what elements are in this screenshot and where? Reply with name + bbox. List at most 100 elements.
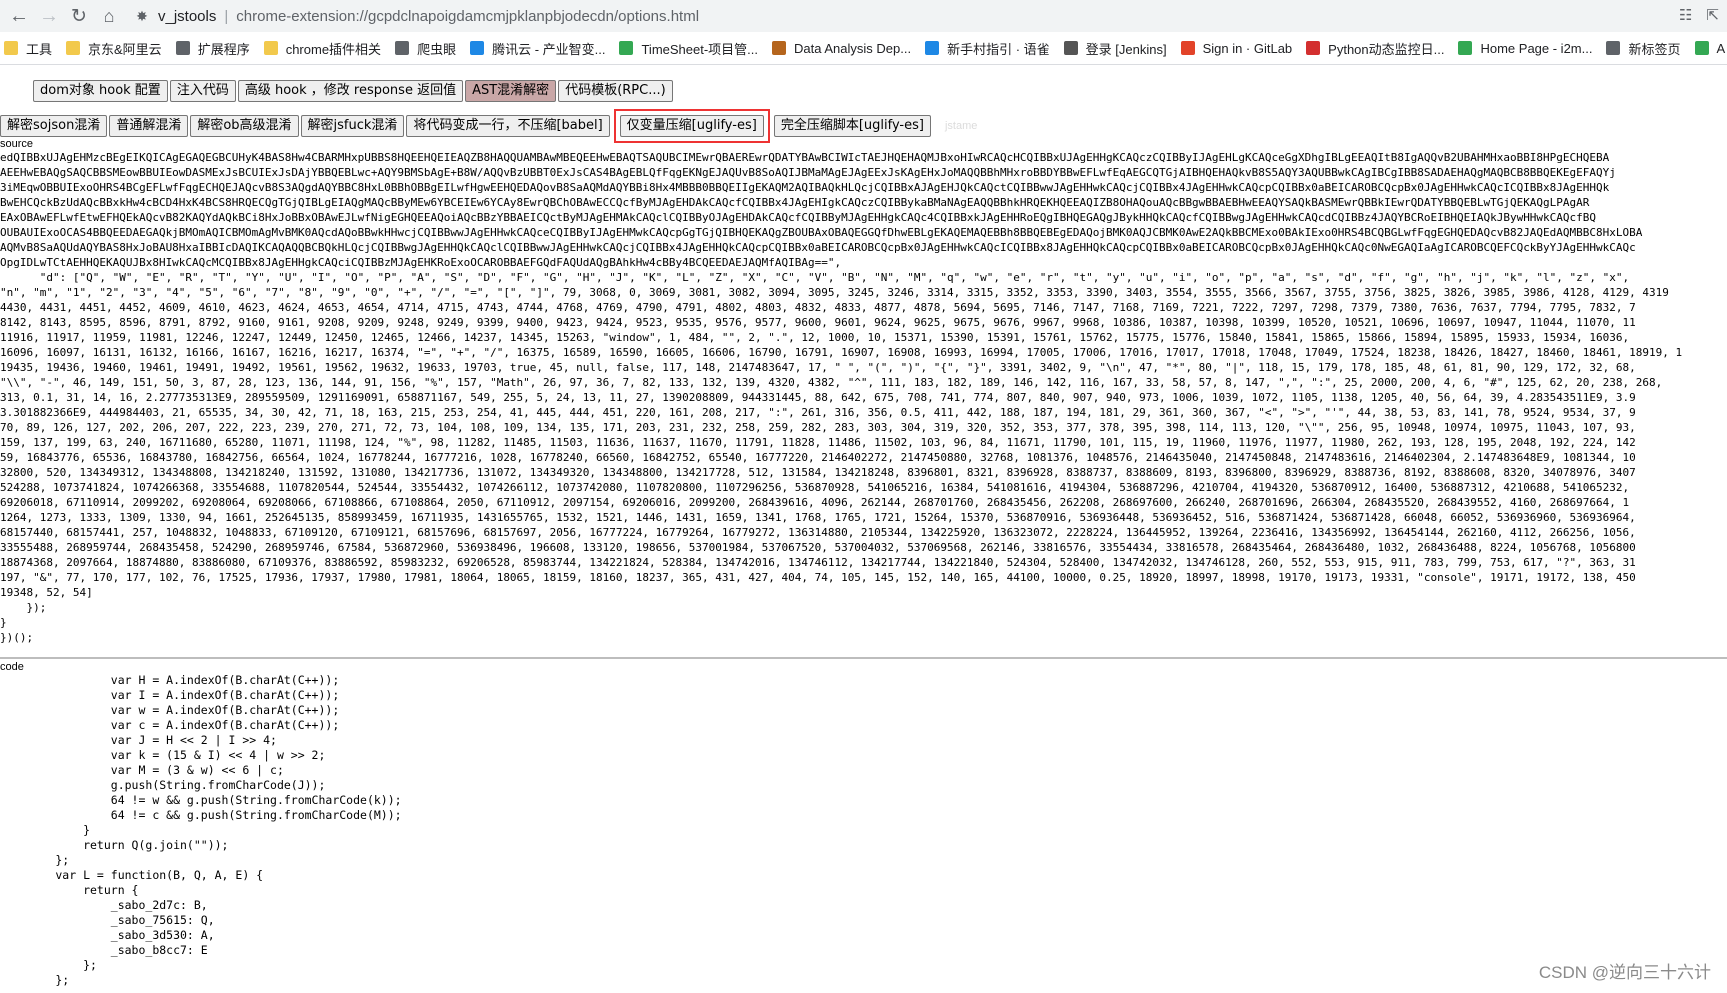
home-icon[interactable]: ⌂	[94, 1, 124, 31]
source-line: 11916, 11917, 11959, 11981, 12246, 12247…	[0, 331, 1630, 344]
back-arrow-icon[interactable]: ←	[4, 1, 34, 31]
code-line: var c = A.indexOf(B.charAt(C++));	[0, 718, 340, 732]
source-line: 1264, 1273, 1333, 1309, 1330, 94, 1661, …	[0, 511, 1636, 524]
source-textarea[interactable]: edQIBBxUJAgEHMzcBEgEIKQICAgEGAQEGBCUHyK4…	[0, 150, 1727, 655]
source-line: "\\", "-", 46, 149, 151, 50, 3, 87, 28, …	[0, 376, 1663, 389]
toolbar2-button[interactable]: 普通解混淆	[109, 115, 189, 137]
code-line: };	[0, 958, 97, 972]
bookmark-icon	[66, 41, 81, 55]
faint-label: jstame	[944, 120, 978, 132]
toolbar2-button[interactable]: 解密sojson混淆	[0, 115, 108, 137]
bookmark-item[interactable]: chrome插件相关	[260, 39, 391, 58]
bookmark-item[interactable]: 登录 [Jenkins]	[1060, 39, 1177, 58]
source-line: edQIBBxUJAgEHMzcBEgEIKQICAgEGAQEGBCUHyK4…	[0, 151, 1610, 164]
toolbar2-button[interactable]: 解密jsfuck混淆	[300, 115, 405, 137]
code-line: _sabo_75615: Q,	[0, 913, 215, 927]
url-field[interactable]: ✸ v_jstools | chrome-extension://gcpdcln…	[128, 3, 1668, 29]
code-line: var k = (15 & I) << 4 | w >> 2;	[0, 748, 326, 762]
bookmark-icon	[619, 41, 634, 55]
source-line: 524288, 1073741824, 1074266368, 33554688…	[0, 481, 1630, 494]
bookmark-item[interactable]: 扩展程序	[172, 39, 260, 58]
bookmark-icon	[1306, 41, 1321, 55]
bookmark-item[interactable]: 爬虫眼	[391, 39, 466, 58]
bookmark-icon	[1458, 41, 1473, 55]
code-line: g.push(String.fromCharCode(J));	[0, 778, 326, 792]
toolbar2-button[interactable]: 将代码变成一行，不压缩[babel]	[406, 115, 610, 137]
bookmark-label: Home Page - i2m...	[1480, 40, 1593, 56]
bookmark-label: 扩展程序	[197, 41, 250, 57]
bookmark-item[interactable]: 新手村指引 · 语雀	[921, 39, 1060, 58]
bookmark-item[interactable]: Data Analysis Dep...	[768, 41, 921, 56]
code-line: var J = H << 2 | I >> 4;	[0, 733, 277, 747]
code-label: code	[0, 661, 24, 673]
bookmark-icon	[1694, 41, 1709, 55]
code-line: return {	[0, 883, 139, 897]
bookmark-item[interactable]: 腾讯云 - 产业智变...	[466, 39, 615, 58]
code-line: 64 != w && g.push(String.fromCharCode(k)…	[0, 793, 402, 807]
bookmarks-bar: 工具 京东&阿里云 扩展程序 chrome插件相关 爬虫眼 腾讯云 - 产业智变... Ti…	[0, 32, 1727, 65]
code-line: var M = (3 & w) << 6 | c;	[0, 763, 284, 777]
source-line: 70, 89, 126, 127, 202, 206, 207, 222, 22…	[0, 421, 1636, 434]
code-output-textarea[interactable]: var H = A.indexOf(B.charAt(C++)); var I …	[0, 673, 1727, 993]
puzzle-icon: ✸	[136, 7, 148, 24]
bookmark-label: 京东&阿里云	[88, 41, 162, 57]
source-line: 32800, 520, 134349312, 134348808, 134218…	[0, 466, 1636, 479]
code-line: 64 != c && g.push(String.fromCharCode(M)…	[0, 808, 402, 822]
resize-divider[interactable]	[0, 657, 1727, 659]
code-line: var L = function(B, Q, A, E) {	[0, 868, 264, 882]
bookmark-item[interactable]: TimeSheet-项目管...	[615, 39, 768, 58]
toolbar2-button[interactable]: 解密ob高级混淆	[190, 115, 299, 137]
bookmark-item[interactable]: 新标签页	[1602, 39, 1690, 58]
bookmark-icon	[1063, 41, 1078, 55]
code-line: _sabo_b8cc7: E	[0, 943, 208, 957]
share-icon[interactable]: ⇱	[1706, 6, 1719, 24]
top-toolbar: dom对象 hook 配置 注入代码 高级 hook ，修改 response 返回…	[33, 80, 673, 102]
code-line: };	[0, 853, 70, 867]
source-line: 159, 137, 199, 63, 240, 16711680, 65280,…	[0, 436, 1636, 449]
source-line: OUBAUIExoOCAS4BBQEEDAEGAQkjBMOmAQICBMOmA…	[0, 226, 1643, 239]
source-line: });	[0, 601, 47, 614]
toolbar1-button[interactable]: 代码模板(RPC...)	[558, 80, 673, 102]
source-line: 313, 0.1, 31, 14, 16, 2.277735313E9, 289…	[0, 391, 1636, 404]
code-line: var I = A.indexOf(B.charAt(C++));	[0, 688, 340, 702]
bookmark-item[interactable]: Python动态监控日...	[1302, 39, 1454, 58]
bookmark-item[interactable]: 京东&阿里云	[62, 39, 172, 58]
toolbar1-button[interactable]: AST混淆解密	[465, 80, 557, 102]
source-line: 68157440, 68157441, 257, 1048832, 104883…	[0, 526, 1636, 539]
source-line: "n", "m", "1", "2", "3", "4", "5", "6", …	[0, 286, 1669, 299]
toolbar1-button[interactable]: dom对象 hook 配置	[33, 80, 168, 102]
source-line: 3iMEqwOBBUIExoOHRS4BCgEFLwfFqgECHQEJAQcv…	[0, 181, 1610, 194]
bookmark-item[interactable]: Sign in · GitLab	[1177, 41, 1303, 56]
bookmark-label: chrome插件相关	[285, 41, 382, 57]
translate-icon[interactable]: ☷	[1679, 6, 1692, 24]
toolbar2-button[interactable]: 仅变量压缩[uglify-es]	[619, 115, 764, 137]
source-line: 59, 16843776, 65536, 16843780, 16842756,…	[0, 451, 1636, 464]
source-line: 69206018, 67110914, 2099202, 69208064, 6…	[0, 496, 1630, 509]
bookmark-item[interactable]: A	[1691, 41, 1727, 56]
toolbar1-button[interactable]: 高级 hook ，修改 response 返回值	[237, 80, 464, 102]
bookmark-label: 爬虫眼	[417, 41, 457, 57]
bookmark-label: Python动态监控日...	[1328, 41, 1445, 57]
url-text: chrome-extension://gcpdclnapoigdamcmjpkl…	[236, 7, 700, 25]
toolbar1-button[interactable]: 注入代码	[169, 80, 236, 102]
bookmark-label: TimeSheet-项目管...	[641, 41, 759, 57]
source-line: OpgIDLwTCtAEHHQEKAQUJBx8HIwkCAQcMCQIBBx8…	[0, 256, 842, 269]
source-line: EAxOBAwEFLwfEtwEFHQEkAQcvB82KAQYdAQkBCi8…	[0, 211, 1597, 224]
reload-icon[interactable]: ↻	[64, 1, 94, 31]
code-line: var w = A.indexOf(B.charAt(C++));	[0, 703, 340, 717]
bookmark-icon	[1606, 41, 1621, 55]
bookmark-icon	[1180, 41, 1195, 55]
bookmark-label: 工具	[26, 41, 53, 57]
source-line: 8142, 8143, 8595, 8596, 8791, 8792, 9160…	[0, 316, 1636, 329]
bookmark-item[interactable]: 工具	[0, 39, 62, 58]
bookmark-label: 新手村指引 · 语雀	[947, 41, 1050, 57]
bookmark-label: 新标签页	[1628, 41, 1681, 57]
code-line: };	[0, 973, 70, 987]
forward-arrow-icon[interactable]: →	[34, 1, 64, 31]
bookmark-item[interactable]: Home Page - i2m...	[1454, 41, 1602, 56]
source-line: AEEHwEBAQgSAQCBBSMEowBBUIEowDASMExJsBCUI…	[0, 166, 1616, 179]
source-line: 18874368, 2097664, 18874880, 83886080, 6…	[0, 556, 1636, 569]
toolbar2-button[interactable]: 完全压缩脚本[uglify-es]	[773, 115, 931, 137]
source-line: 19435, 19436, 19460, 19461, 19491, 19492…	[0, 361, 1636, 374]
bookmark-icon	[395, 41, 410, 55]
